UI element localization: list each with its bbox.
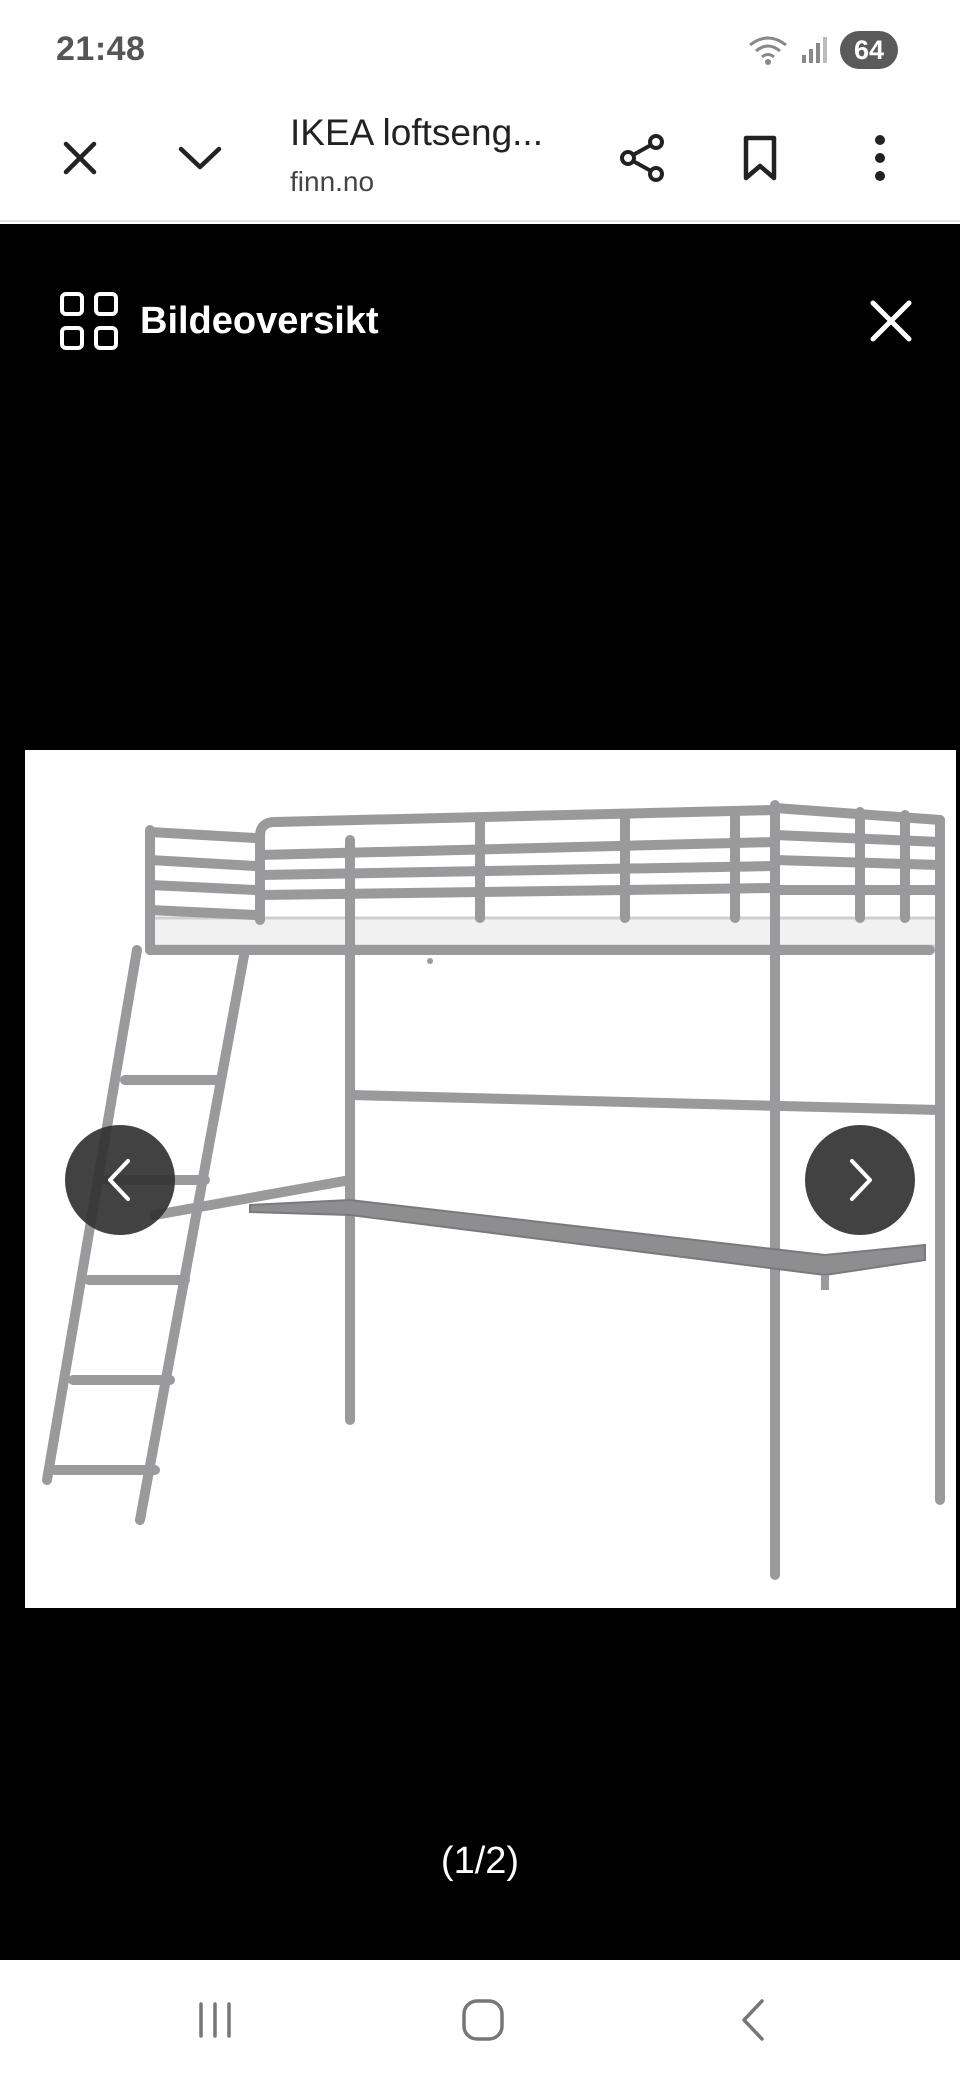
status-bar: 21:48 64 xyxy=(0,0,960,90)
previous-image-button[interactable] xyxy=(65,1125,175,1235)
close-viewer-button[interactable] xyxy=(862,292,920,350)
bookmark-button[interactable] xyxy=(728,124,792,192)
close-tab-button[interactable] xyxy=(48,126,112,190)
bookmark-icon xyxy=(743,135,777,181)
image-viewer: Bildeoversikt (1/2) xyxy=(0,224,960,1960)
close-icon xyxy=(63,141,97,175)
share-icon xyxy=(620,134,664,182)
page-title: IKEA loftseng... xyxy=(290,112,543,153)
close-icon xyxy=(870,300,912,342)
chevron-left-icon xyxy=(108,1159,130,1201)
minimize-button[interactable] xyxy=(168,126,232,190)
more-options-button[interactable] xyxy=(848,124,912,192)
back-icon xyxy=(742,1999,764,2041)
viewer-title: Bildeoversikt xyxy=(140,299,379,342)
wifi-icon xyxy=(749,36,787,65)
home-icon xyxy=(462,1999,504,2041)
recent-apps-icon xyxy=(199,2002,231,2038)
image-overview-button[interactable]: Bildeoversikt xyxy=(60,292,379,350)
signal-icon xyxy=(802,37,827,63)
recent-apps-button[interactable] xyxy=(180,1988,250,2052)
share-button[interactable] xyxy=(608,124,676,192)
browser-toolbar: IKEA loftseng... finn.no xyxy=(0,90,960,222)
more-vert-icon xyxy=(875,135,885,181)
chevron-down-icon xyxy=(178,146,222,170)
chevron-right-icon xyxy=(850,1159,872,1201)
status-icons: 64 xyxy=(746,30,898,70)
page-domain: finn.no xyxy=(290,166,375,197)
image-counter: (1/2) xyxy=(440,1840,520,1882)
system-nav-bar xyxy=(0,1960,960,2080)
home-button[interactable] xyxy=(448,1988,518,2052)
status-time: 21:48 xyxy=(56,30,146,68)
grid-icon xyxy=(60,292,118,350)
back-button[interactable] xyxy=(718,1988,788,2052)
next-image-button[interactable] xyxy=(805,1125,915,1235)
battery-icon: 64 xyxy=(840,31,898,69)
